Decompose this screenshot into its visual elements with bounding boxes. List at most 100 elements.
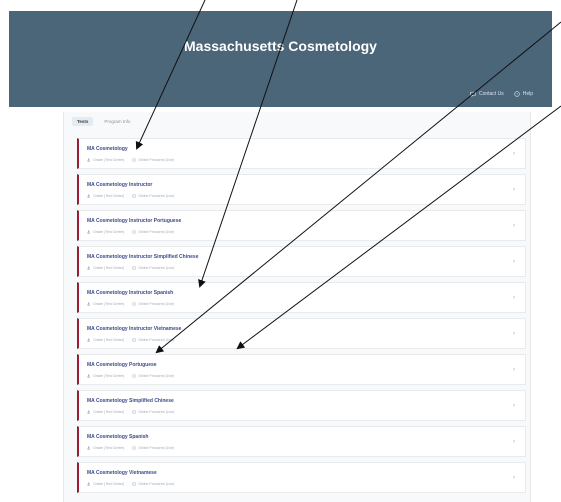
online-option: Online Proctored (Live)	[132, 338, 174, 342]
chevron-right-icon: ›	[513, 439, 515, 445]
chevron-right-icon: ›	[513, 259, 515, 265]
test-title: MA Cosmetology Spanish	[87, 434, 149, 440]
onsite-option: Onsite (Test Center)	[87, 482, 124, 486]
onsite-option: Onsite (Test Center)	[87, 158, 124, 162]
svg-text:?: ?	[516, 92, 518, 96]
online-option: Online Proctored (Live)	[132, 266, 174, 270]
delivery-options: Onsite (Test Center) Online Proctored (Li…	[87, 230, 174, 234]
globe-icon	[132, 374, 137, 378]
delivery-options: Onsite (Test Center) Online Proctored (Li…	[87, 482, 174, 486]
online-label: Online Proctored (Live)	[138, 266, 175, 270]
online-option: Online Proctored (Live)	[132, 482, 174, 486]
tab-program-info[interactable]: Program Info	[99, 117, 135, 126]
test-card[interactable]: MA Cosmetology Instructor Portuguese Onsi…	[77, 210, 526, 241]
test-card[interactable]: MA Cosmetology Vietnamese Onsite (Test Ce…	[77, 462, 526, 493]
test-title: MA Cosmetology Instructor	[87, 182, 153, 188]
globe-icon	[132, 158, 137, 162]
test-card[interactable]: MA Cosmetology Simplified Chinese Onsite …	[77, 390, 526, 421]
help-link[interactable]: ? Help	[514, 91, 533, 97]
chevron-right-icon: ›	[513, 475, 515, 481]
online-option: Online Proctored (Live)	[132, 230, 174, 234]
people-icon	[87, 158, 90, 162]
globe-icon	[132, 230, 137, 234]
test-list: MA Cosmetology Onsite (Test Center) Online…	[77, 138, 526, 493]
test-card[interactable]: MA Cosmetology Spanish Onsite (Test Cente…	[77, 426, 526, 457]
test-title: MA Cosmetology Simplified Chinese	[87, 398, 174, 404]
delivery-options: Onsite (Test Center) Online Proctored (Li…	[87, 374, 174, 378]
chat-icon	[470, 91, 476, 97]
delivery-options: Onsite (Test Center) Online Proctored (Li…	[87, 158, 174, 162]
test-title: MA Cosmetology Instructor Spanish	[87, 290, 174, 296]
delivery-options: Onsite (Test Center) Online Proctored (Li…	[87, 446, 174, 450]
test-card[interactable]: MA Cosmetology Instructor Vietnamese Onsi…	[77, 318, 526, 349]
page-header: Massachusetts Cosmetology Contact Us ? H…	[9, 11, 552, 107]
people-icon	[87, 266, 90, 270]
chevron-right-icon: ›	[513, 187, 515, 193]
test-card[interactable]: MA Cosmetology Onsite (Test Center) Online…	[77, 138, 526, 169]
onsite-option: Onsite (Test Center)	[87, 446, 124, 450]
contact-us-link[interactable]: Contact Us	[470, 91, 504, 97]
page-title: Massachusetts Cosmetology	[184, 38, 377, 54]
chevron-right-icon: ›	[513, 331, 515, 337]
delivery-options: Onsite (Test Center) Online Proctored (Li…	[87, 266, 174, 270]
globe-icon	[132, 410, 137, 414]
onsite-option: Onsite (Test Center)	[87, 266, 124, 270]
onsite-option: Onsite (Test Center)	[87, 374, 124, 378]
people-icon	[87, 230, 90, 234]
test-card[interactable]: MA Cosmetology Instructor Simplified Chi…	[77, 246, 526, 277]
test-title: MA Cosmetology	[87, 146, 128, 152]
onsite-label: Onsite (Test Center)	[93, 302, 125, 306]
chevron-right-icon: ›	[513, 151, 515, 157]
online-label: Online Proctored (Live)	[138, 194, 175, 198]
help-circle-icon: ?	[514, 91, 520, 97]
test-card[interactable]: MA Cosmetology Portuguese Onsite (Test Ce…	[77, 354, 526, 385]
onsite-option: Onsite (Test Center)	[87, 410, 124, 414]
online-option: Online Proctored (Live)	[132, 446, 174, 450]
test-title: MA Cosmetology Instructor Vietnamese	[87, 326, 182, 332]
people-icon	[87, 338, 90, 342]
onsite-label: Onsite (Test Center)	[93, 482, 125, 486]
chevron-right-icon: ›	[513, 295, 515, 301]
online-option: Online Proctored (Live)	[132, 158, 174, 162]
globe-icon	[132, 194, 137, 198]
onsite-label: Onsite (Test Center)	[93, 230, 125, 234]
onsite-option: Onsite (Test Center)	[87, 230, 124, 234]
onsite-label: Onsite (Test Center)	[93, 158, 125, 162]
test-card[interactable]: MA Cosmetology Instructor Spanish Onsite …	[77, 282, 526, 313]
tab-bar: Tests Program Info	[72, 116, 135, 127]
test-title: MA Cosmetology Instructor Simplified Chi…	[87, 254, 199, 260]
globe-icon	[132, 338, 137, 342]
onsite-label: Onsite (Test Center)	[93, 374, 125, 378]
globe-icon	[132, 266, 137, 270]
globe-icon	[132, 446, 137, 450]
onsite-label: Onsite (Test Center)	[93, 266, 125, 270]
people-icon	[87, 410, 90, 414]
online-label: Online Proctored (Live)	[138, 482, 175, 486]
onsite-label: Onsite (Test Center)	[93, 410, 125, 414]
people-icon	[87, 446, 90, 450]
contact-us-label: Contact Us	[478, 91, 504, 97]
header-links: Contact Us ? Help	[470, 91, 533, 97]
chevron-right-icon: ›	[513, 223, 515, 229]
test-card[interactable]: MA Cosmetology Instructor Onsite (Test Ce…	[77, 174, 526, 205]
online-label: Online Proctored (Live)	[138, 302, 175, 306]
test-title: MA Cosmetology Portuguese	[87, 362, 157, 368]
online-label: Online Proctored (Live)	[138, 230, 175, 234]
people-icon	[87, 194, 90, 198]
globe-icon	[132, 302, 137, 306]
onsite-label: Onsite (Test Center)	[93, 338, 125, 342]
online-option: Online Proctored (Live)	[132, 302, 174, 306]
onsite-option: Onsite (Test Center)	[87, 194, 124, 198]
chevron-right-icon: ›	[513, 367, 515, 373]
tab-tests[interactable]: Tests	[72, 117, 94, 126]
onsite-label: Onsite (Test Center)	[93, 194, 125, 198]
online-option: Online Proctored (Live)	[132, 374, 174, 378]
globe-icon	[132, 482, 137, 486]
online-option: Online Proctored (Live)	[132, 410, 174, 414]
online-label: Online Proctored (Live)	[138, 374, 175, 378]
test-title: MA Cosmetology Instructor Portuguese	[87, 218, 182, 224]
onsite-label: Onsite (Test Center)	[93, 446, 125, 450]
test-title: MA Cosmetology Vietnamese	[87, 470, 157, 476]
onsite-option: Onsite (Test Center)	[87, 302, 124, 306]
onsite-option: Onsite (Test Center)	[87, 338, 124, 342]
